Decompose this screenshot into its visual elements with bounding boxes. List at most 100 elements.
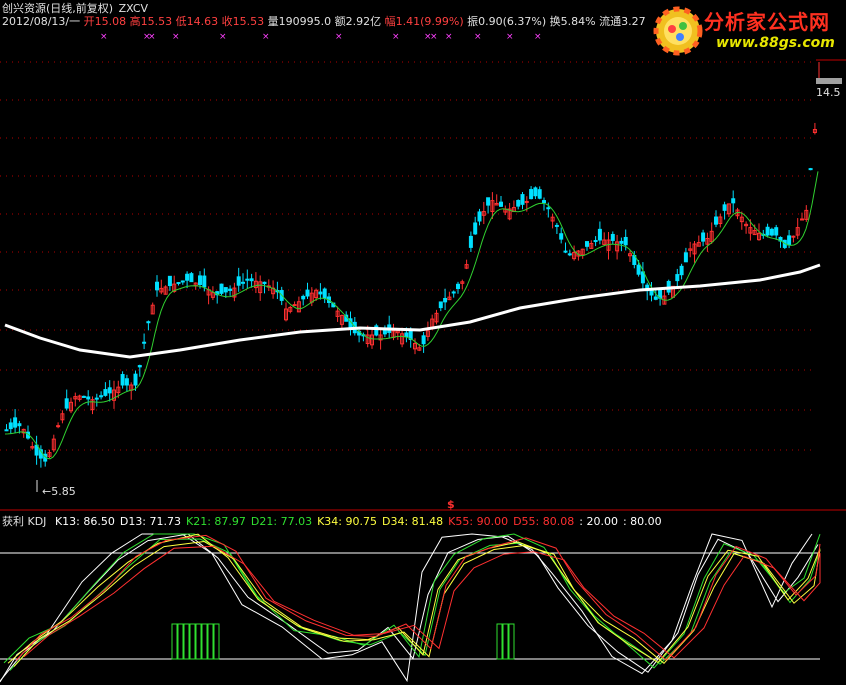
candle-body — [559, 233, 564, 240]
candle-body — [722, 204, 727, 211]
signal-mark: $ — [447, 498, 455, 511]
signal-bar — [213, 623, 220, 660]
candle-body — [524, 200, 529, 203]
candle-body — [520, 194, 525, 205]
indicator-param: K21: 87.97 — [186, 515, 246, 528]
candle-body — [322, 288, 327, 299]
signal-bar — [189, 623, 196, 660]
candle-body — [787, 235, 792, 246]
candle-body — [563, 250, 568, 253]
candle-body — [318, 291, 323, 295]
candle-body — [305, 289, 310, 297]
candle-body — [120, 374, 125, 386]
close-value: 15.53 — [232, 15, 265, 28]
candle-body — [438, 301, 443, 309]
candle-body — [17, 423, 22, 427]
event-marker: × — [445, 32, 453, 42]
candle-body — [219, 283, 224, 294]
indicator-param: D21: 77.03 — [250, 515, 313, 528]
candle-body — [94, 397, 99, 400]
indicator-param: : 20.00 — [579, 515, 618, 528]
candle-body — [107, 387, 112, 394]
candle-body — [86, 396, 91, 400]
candle-body — [103, 389, 108, 396]
candle-body — [404, 332, 409, 338]
candle-body — [593, 240, 598, 243]
indicator-name: 获利 KDJ — [2, 515, 47, 528]
candle-body — [443, 297, 448, 303]
event-marker: × — [474, 32, 482, 42]
event-marker: × — [506, 32, 514, 42]
indicator-param: D13: 71.73 — [119, 515, 182, 528]
signal-bar — [496, 623, 503, 660]
candle-body — [774, 227, 779, 236]
event-marker: × — [430, 32, 438, 42]
stock-code: ZXCV — [118, 2, 149, 15]
candle-body — [8, 422, 13, 430]
indicator-param: K55: 90.00 — [448, 515, 509, 528]
candle-body — [185, 273, 190, 281]
candle-body — [679, 265, 684, 276]
signal-bar — [201, 623, 208, 660]
site-logo: 分析家公式网 www.88gs.com — [652, 4, 842, 58]
candle-body — [765, 226, 770, 236]
kdj-line — [0, 533, 813, 683]
candle-body — [176, 282, 181, 285]
candle-body — [542, 200, 546, 203]
indicator-params: K13: 86.50 D13: 71.73 K21: 87.97 D21: 77.03… — [50, 515, 662, 528]
candle-body — [4, 429, 9, 432]
signal-bar — [177, 623, 184, 660]
candle-body — [800, 218, 804, 221]
candle-body — [610, 233, 615, 241]
amplitude-label: 振 — [467, 15, 479, 28]
indicator-param: D34: 81.48 — [382, 515, 444, 528]
low-label: 低 — [175, 15, 187, 28]
candle-body — [653, 296, 658, 300]
candle-body — [499, 201, 503, 207]
candle-body — [808, 168, 813, 171]
turnover-label: 换 — [549, 15, 561, 28]
float-label: 流通 — [599, 15, 622, 28]
candle-body — [769, 228, 774, 236]
candle-body — [236, 276, 241, 286]
candle-body — [585, 241, 589, 247]
high-label: 高 — [129, 15, 141, 28]
candle-body — [791, 235, 796, 238]
logo-title: 分析家公式网 — [704, 10, 830, 34]
quote-date: 2012/08/13/一 — [2, 15, 81, 28]
event-marker: × — [100, 32, 108, 42]
volume-value: 190995.0 — [278, 15, 332, 28]
float-value: 3.27 — [621, 15, 646, 28]
event-marker: × — [335, 32, 343, 42]
kdj-line — [7, 533, 821, 664]
candle-body — [473, 222, 478, 235]
ma-short-line — [4, 171, 819, 460]
open-label: 开 — [83, 15, 95, 28]
gear-logo-icon — [653, 6, 703, 56]
candle-body — [421, 335, 426, 345]
candle-body — [202, 275, 207, 288]
event-marker: × — [262, 32, 270, 42]
candle-body — [701, 232, 706, 242]
candle-body — [81, 395, 86, 398]
candle-body — [567, 253, 572, 256]
candle-body — [731, 198, 736, 204]
ma-long-line — [4, 263, 821, 359]
candle-body — [228, 288, 233, 291]
candle-body — [619, 240, 624, 244]
candle-body — [554, 224, 559, 227]
candle-body — [198, 275, 202, 285]
candle-body — [167, 275, 172, 287]
quote-line: 2012/08/13/一 开15.08 高15.53 低14.63 收15.53… — [2, 15, 646, 28]
candle-body — [301, 295, 306, 300]
candle-body — [292, 304, 297, 307]
candle-body — [714, 216, 718, 225]
candle-body — [155, 281, 159, 291]
candle-body — [180, 280, 185, 283]
candle-body — [636, 264, 641, 275]
chart-canvas[interactable]: × ×× × × × × × ×× × × × × — [0, 0, 846, 685]
candle-body — [99, 395, 104, 398]
open-value: 15.08 — [94, 15, 127, 28]
candle-body — [223, 287, 228, 293]
candle-body — [516, 199, 521, 207]
